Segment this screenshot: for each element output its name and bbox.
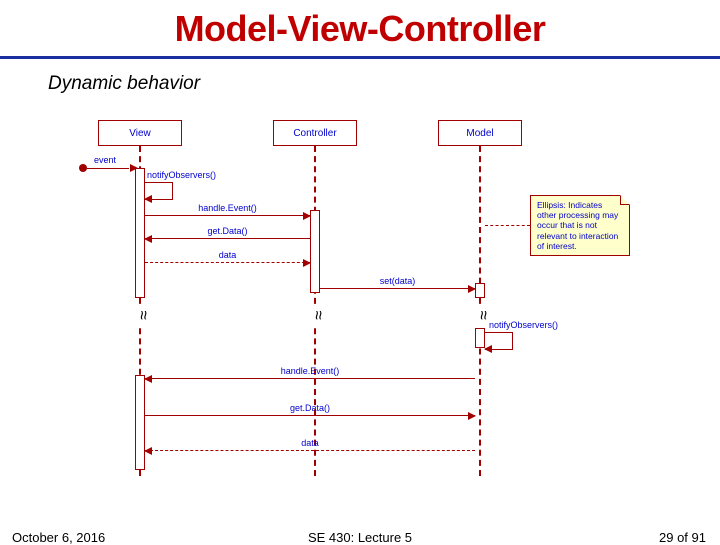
lifeline-head-controller: Controller (273, 120, 357, 146)
message-getdata-2: get.Data() (145, 415, 475, 416)
message-label: get.Data() (207, 226, 247, 236)
message-label: data (219, 250, 237, 260)
message-label: set(data) (380, 276, 416, 286)
message-label: notifyObservers() (489, 320, 558, 330)
lifeline-head-model: Model (438, 120, 522, 146)
lifeline-break-icon: ≈ (132, 304, 150, 326)
subtitle: Dynamic behavior (0, 59, 720, 95)
message-getdata-1: get.Data() (145, 238, 310, 239)
note-connector (485, 225, 530, 226)
note-ellipsis: Ellipsis: Indicates other processing may… (530, 195, 630, 256)
note-text: Ellipsis: Indicates other processing may… (537, 200, 618, 251)
message-label: handle.Event() (198, 203, 257, 213)
activation-bar (135, 375, 145, 470)
activation-bar (135, 168, 145, 298)
message-data-2: data (145, 450, 475, 451)
lifeline-head-view: View (98, 120, 182, 146)
footer-date: October 6, 2016 (12, 530, 105, 545)
footer-page: 29 of 91 (659, 530, 706, 545)
message-handleevent-1: handle.Event() (145, 215, 310, 216)
message-label: data (301, 438, 319, 448)
message-setdata: set(data) (320, 288, 475, 289)
message-label: handle.Event() (281, 366, 340, 376)
message-notifyobservers-1: notifyObservers() (145, 182, 173, 200)
message-label: event (94, 155, 116, 165)
message-handleevent-2: handle.Event() (145, 378, 475, 379)
footer-course: SE 430: Lecture 5 (308, 530, 412, 545)
message-label: get.Data() (290, 403, 330, 413)
sequence-diagram: View ≈ Controller ≈ Model ≈ event (80, 120, 660, 480)
message-notifyobservers-2: notifyObservers() (485, 332, 513, 350)
lifeline-break-icon: ≈ (472, 304, 490, 326)
page-title: Model-View-Controller (0, 0, 720, 50)
message-data-1: data (145, 262, 310, 263)
activation-bar (310, 210, 320, 293)
message-label: notifyObservers() (147, 170, 216, 180)
lifeline-break-icon: ≈ (307, 304, 325, 326)
activation-bar (475, 283, 485, 298)
